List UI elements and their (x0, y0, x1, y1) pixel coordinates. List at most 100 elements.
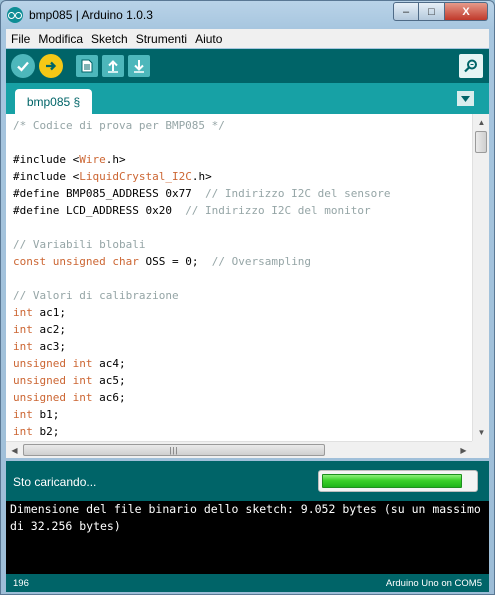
code-token: #include < (13, 153, 80, 166)
code-token: #define BMP085_ADDRESS 0x77 (13, 187, 206, 200)
progress-fill (322, 474, 462, 488)
status-bar: Sto caricando... (6, 461, 489, 501)
title-bar[interactable]: bmp085 | Arduino 1.0.3 – □ X (1, 1, 494, 29)
menu-aiuto[interactable]: Aiuto (192, 32, 225, 46)
console-text: Dimensione del file binario dello sketch… (10, 502, 488, 533)
code-line[interactable] (13, 219, 473, 236)
arduino-logo-icon (7, 7, 23, 23)
maximize-button[interactable]: □ (419, 2, 445, 21)
horizontal-scroll-thumb[interactable]: ||| (23, 444, 325, 456)
console-output[interactable]: Dimensione del file binario dello sketch… (6, 501, 489, 574)
menu-modifica[interactable]: Modifica (35, 32, 86, 46)
close-button[interactable]: X (445, 2, 488, 21)
code-token: .h> (191, 170, 212, 183)
code-comment: // Indirizzo I2C del sensore (205, 187, 391, 200)
upload-button[interactable] (39, 54, 63, 78)
scroll-left-icon[interactable]: ◀ (6, 442, 23, 458)
code-line[interactable]: unsigned int ac4; (13, 355, 473, 372)
code-token: #define LCD_ADDRESS 0x20 (13, 204, 186, 217)
save-button[interactable] (128, 55, 150, 77)
code-keyword: int (13, 408, 33, 421)
code-line[interactable]: #define BMP085_ADDRESS 0x77 // Indirizzo… (13, 185, 473, 202)
code-line[interactable]: // Variabili blobali (13, 236, 473, 253)
horizontal-scrollbar[interactable]: ◀ ||| ▶ (6, 441, 472, 458)
code-line[interactable]: int b2; (13, 423, 473, 440)
window-title: bmp085 | Arduino 1.0.3 (29, 8, 153, 22)
code-token: ac6; (92, 391, 126, 404)
code-keyword: int (13, 425, 33, 438)
arrow-up-icon (108, 60, 118, 73)
code-line[interactable]: int ac2; (13, 321, 473, 338)
status-message: Sto caricando... (13, 475, 97, 489)
code-editor[interactable]: /* Codice di prova per BMP085 */ #include… (6, 114, 489, 458)
magnifier-icon (464, 59, 477, 73)
code-line[interactable]: unsigned int ac6; (13, 389, 473, 406)
code-token: ac5; (92, 374, 126, 387)
code-comment: // Variabili blobali (13, 238, 146, 251)
document-icon (81, 59, 93, 73)
code-token: OSS = 0; (138, 255, 212, 268)
check-icon (17, 61, 29, 72)
code-line[interactable]: int b1; (13, 406, 473, 423)
code-line[interactable]: #include <LiquidCrystal_I2C.h> (13, 168, 473, 185)
arrow-right-icon (46, 61, 57, 71)
code-token: b2; (32, 425, 60, 438)
code-keyword: unsigned (13, 374, 66, 387)
code-text[interactable]: /* Codice di prova per BMP085 */ #include… (13, 117, 473, 457)
window-controls: – □ X (393, 2, 488, 21)
code-line[interactable] (13, 134, 473, 151)
menu-bar: File Modifica Sketch Strumenti Aiuto (6, 29, 489, 48)
code-comment: /* Codice di prova per BMP085 */ (13, 119, 225, 132)
code-keyword: int (13, 323, 33, 336)
scroll-down-icon[interactable]: ▼ (473, 424, 489, 441)
verify-button[interactable] (11, 54, 35, 78)
code-line[interactable]: unsigned int ac5; (13, 372, 473, 389)
code-comment: // Valori di calibrazione (13, 289, 179, 302)
vertical-scroll-thumb[interactable] (475, 131, 487, 153)
tab-bmp085[interactable]: bmp085 § (15, 89, 92, 114)
footer-bar: 196 Arduino Uno on COM5 (6, 574, 489, 592)
menu-strumenti[interactable]: Strumenti (133, 32, 190, 46)
minimize-button[interactable]: – (393, 2, 419, 21)
scroll-up-icon[interactable]: ▲ (473, 114, 489, 131)
code-token: #include < (13, 170, 80, 183)
arduino-window: bmp085 | Arduino 1.0.3 – □ X File Modifi… (0, 0, 495, 595)
code-keyword: char (112, 255, 139, 268)
code-token: ac4; (92, 357, 126, 370)
code-line[interactable]: const unsigned char OSS = 0; // Oversamp… (13, 253, 473, 270)
code-keyword: int (13, 306, 33, 319)
tab-strip: bmp085 § (6, 83, 489, 114)
code-token: .h> (105, 153, 126, 166)
code-line[interactable]: int ac1; (13, 304, 473, 321)
code-line[interactable]: #define LCD_ADDRESS 0x20 // Indirizzo I2… (13, 202, 473, 219)
code-keyword: int (72, 357, 93, 370)
code-line[interactable]: /* Codice di prova per BMP085 */ (13, 117, 473, 134)
code-comment: // Indirizzo I2C del monitor (185, 204, 371, 217)
code-keyword: unsigned (13, 391, 66, 404)
tab-menu-button[interactable] (457, 91, 474, 106)
menu-file[interactable]: File (8, 32, 33, 46)
upload-progress-bar (318, 470, 478, 492)
code-line[interactable]: #include <Wire.h> (13, 151, 473, 168)
open-button[interactable] (102, 55, 124, 77)
code-token: b1; (32, 408, 60, 421)
code-line[interactable]: // Valori di calibrazione (13, 287, 473, 304)
code-line[interactable]: int ac3; (13, 338, 473, 355)
code-keyword: LiquidCrystal_I2C (79, 170, 192, 183)
code-keyword: int (13, 340, 33, 353)
code-keyword: int (72, 374, 93, 387)
code-keyword: int (72, 391, 93, 404)
vertical-scrollbar[interactable]: ▲ ▼ (472, 114, 489, 441)
line-number: 196 (13, 578, 29, 589)
menu-sketch[interactable]: Sketch (88, 32, 131, 46)
scroll-right-icon[interactable]: ▶ (455, 442, 472, 458)
code-keyword: unsigned (52, 255, 106, 268)
code-line[interactable] (13, 270, 473, 287)
serial-monitor-button[interactable] (459, 54, 483, 78)
toolbar (6, 49, 489, 83)
new-button[interactable] (76, 55, 98, 77)
